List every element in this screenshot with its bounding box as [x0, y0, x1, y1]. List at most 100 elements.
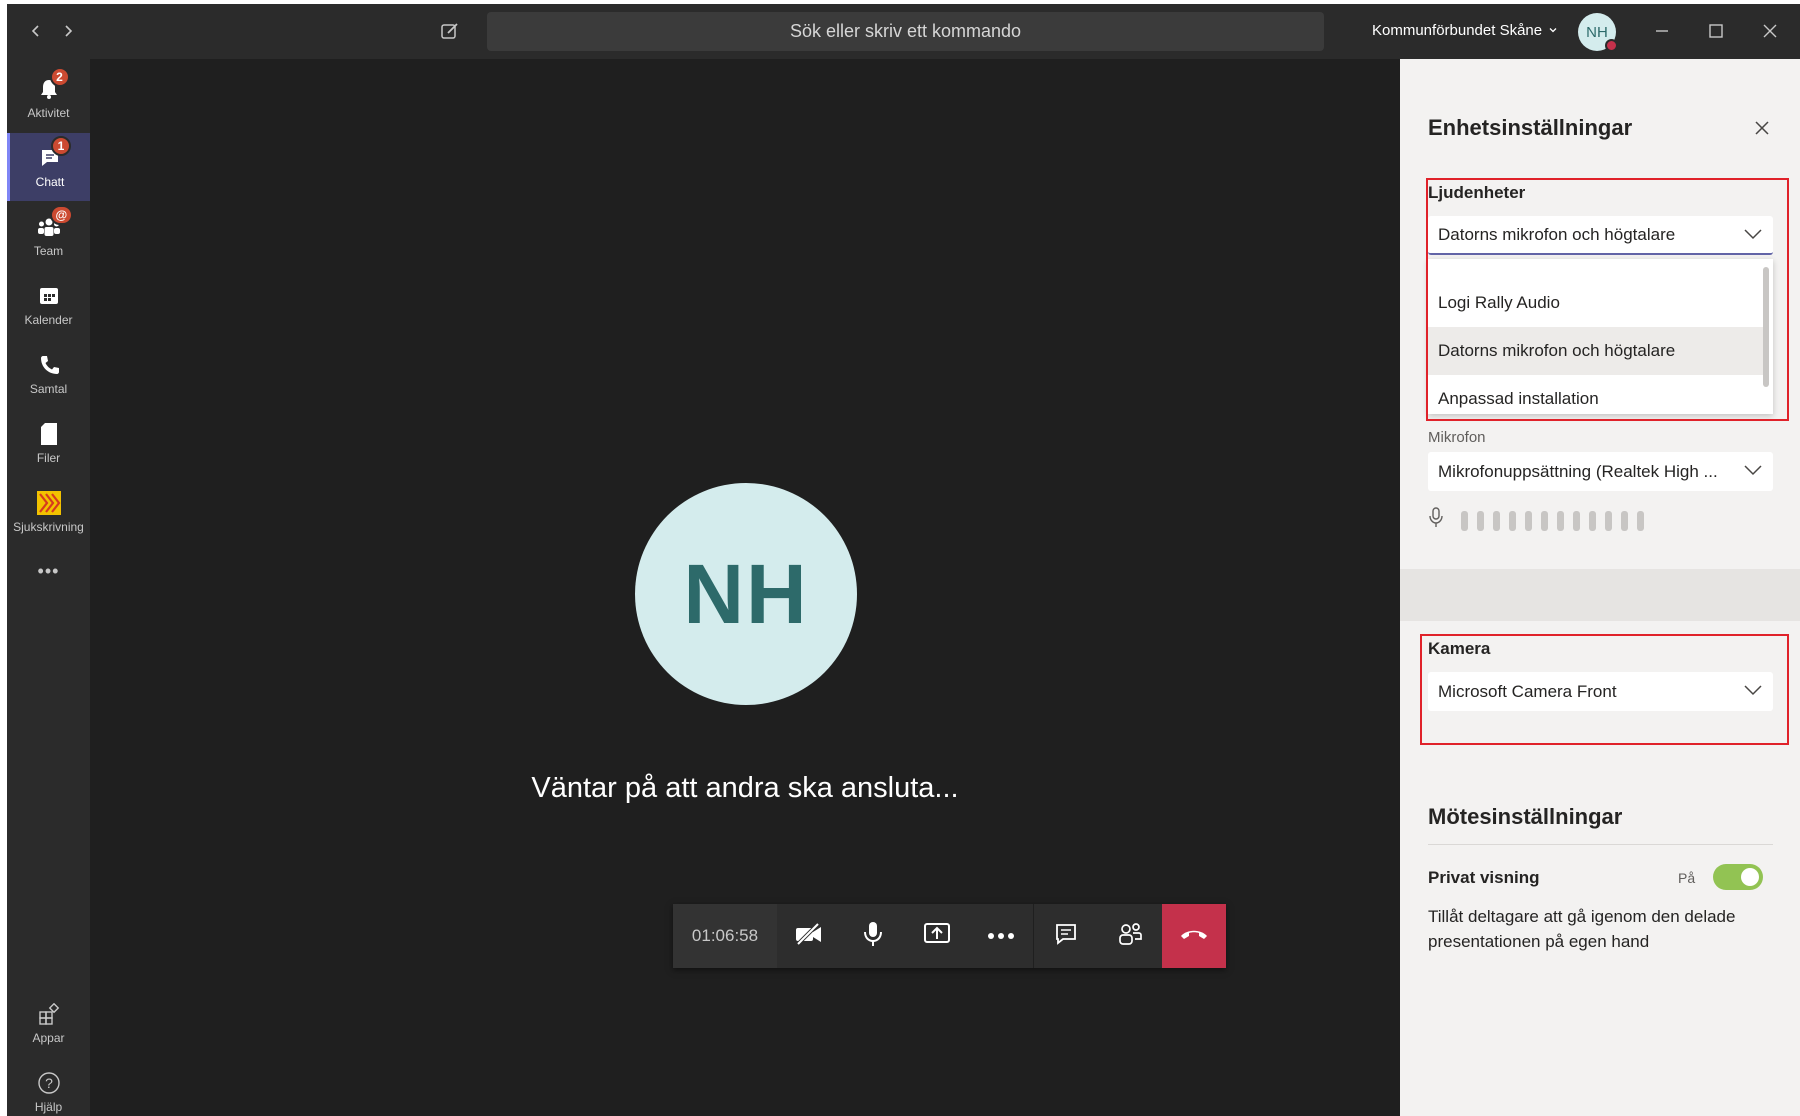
- rail-label: Chatt: [35, 175, 65, 189]
- device-settings-panel: Enhetsinställningar Ljudenheter Datorns …: [1400, 59, 1800, 1116]
- toggle-knob: [1741, 868, 1759, 886]
- share-screen-button[interactable]: [905, 904, 969, 968]
- file-icon: [35, 421, 63, 447]
- app-logo-icon: [35, 490, 63, 516]
- rail-item-filer[interactable]: Filer: [7, 409, 90, 477]
- microphone-value: Mikrofonuppsättning (Realtek High ...: [1438, 461, 1718, 481]
- private-view-row: Privat visning På: [1428, 864, 1773, 894]
- rail-item-hjalp[interactable]: ? Hjälp: [7, 1058, 90, 1116]
- teams-window: Sök eller skriv ett kommando Kommunförbu…: [7, 4, 1800, 1116]
- show-chat-button[interactable]: [1034, 904, 1098, 968]
- call-timer: 01:06:58: [673, 904, 777, 968]
- panel-title: Enhetsinställningar: [1428, 115, 1633, 140]
- private-view-toggle[interactable]: [1713, 864, 1763, 890]
- camera-off-button[interactable]: [777, 904, 841, 968]
- highlight-box-camera: [1420, 634, 1789, 745]
- chat-icon: [1054, 922, 1078, 951]
- meter-bar: [1637, 510, 1644, 531]
- meter-bar: [1573, 510, 1580, 531]
- teams-icon: @: [35, 205, 74, 240]
- participant-initials: NH: [683, 546, 809, 641]
- highlight-box-audio: [1426, 178, 1789, 421]
- mic-level-meter: [1428, 507, 1644, 534]
- compose-icon[interactable]: [435, 16, 465, 46]
- rail-label: Hjälp: [34, 1100, 63, 1114]
- participants-icon: [1117, 922, 1143, 951]
- microphone-select[interactable]: Mikrofonuppsättning (Realtek High ...: [1428, 452, 1773, 491]
- back-icon[interactable]: [21, 16, 51, 46]
- mention-badge: @: [49, 205, 74, 225]
- rail-label: Team: [33, 244, 64, 258]
- title-bar: Sök eller skriv ett kommando Kommunförbu…: [7, 4, 1800, 59]
- rail-label: Appar: [32, 1031, 65, 1045]
- rail-item-chatt[interactable]: 1 Chatt: [7, 133, 90, 201]
- rail-item-samtal[interactable]: Samtal: [7, 340, 90, 408]
- maximize-icon[interactable]: [1701, 16, 1731, 46]
- rail-label: Filer: [36, 451, 61, 465]
- more-apps-icon[interactable]: •••: [7, 549, 90, 593]
- media-controls: [777, 904, 1033, 968]
- rail-item-sjukskrivning[interactable]: Sjukskrivning: [7, 478, 90, 546]
- hang-up-button[interactable]: [1162, 904, 1226, 968]
- rail-item-team[interactable]: @ Team: [7, 202, 90, 270]
- user-initials: NH: [1586, 23, 1608, 41]
- divider: [1428, 844, 1773, 845]
- panel-section-divider: [1400, 569, 1800, 621]
- waiting-message: Väntar på att andra ska ansluta...: [531, 772, 959, 804]
- microphone-label: Mikrofon: [1428, 429, 1486, 446]
- notification-badge: 2: [49, 67, 70, 87]
- microphone-button[interactable]: [841, 904, 905, 968]
- meter-bar: [1477, 510, 1484, 531]
- meeting-controls: [1034, 904, 1162, 968]
- app-rail: 2 Aktivitet 1 Chatt @ Team Kalender Samt…: [7, 59, 90, 1116]
- microphone-icon: [862, 921, 884, 952]
- close-panel-button[interactable]: [1747, 115, 1777, 145]
- chevron-down-icon: [1743, 462, 1763, 482]
- search-input[interactable]: Sök eller skriv ett kommando: [487, 12, 1324, 51]
- org-name: Kommunförbundet Skåne: [1372, 22, 1543, 39]
- rail-item-appar[interactable]: Appar: [7, 989, 90, 1057]
- status-dot: [1605, 39, 1618, 52]
- meter-bar: [1493, 510, 1500, 531]
- close-icon: [1754, 120, 1770, 141]
- meeting-settings-title: Mötesinställningar: [1428, 804, 1623, 829]
- apps-icon: [35, 1001, 63, 1027]
- more-icon: [987, 927, 1015, 945]
- meter-bar: [1557, 510, 1564, 531]
- meter-bar: [1589, 510, 1596, 531]
- org-switcher[interactable]: Kommunförbundet Skåne: [1372, 22, 1558, 39]
- rail-label: Kalender: [24, 313, 73, 327]
- hang-up-icon: [1179, 927, 1209, 946]
- help-icon: ?: [35, 1070, 63, 1096]
- calendar-icon: [35, 283, 63, 309]
- user-avatar[interactable]: NH: [1578, 13, 1618, 52]
- minimize-icon[interactable]: [1647, 16, 1677, 46]
- more-options-button[interactable]: [969, 904, 1033, 968]
- meter-bar: [1541, 510, 1548, 531]
- svg-text:?: ?: [45, 1075, 53, 1091]
- participant-avatar: NH: [635, 483, 857, 705]
- rail-label: Sjukskrivning: [13, 520, 84, 534]
- meter-bar: [1621, 510, 1628, 531]
- meter-bar: [1509, 510, 1516, 531]
- bell-icon: 2: [35, 67, 70, 102]
- meter-bar: [1605, 510, 1612, 531]
- meter-bar: [1525, 510, 1532, 531]
- camera-off-icon: [794, 922, 824, 951]
- chevron-down-icon: [1548, 22, 1558, 39]
- phone-icon: [35, 352, 63, 378]
- chat-icon: 1: [36, 136, 71, 171]
- private-view-label: Privat visning: [1428, 868, 1540, 887]
- meeting-stage: NH Väntar på att andra ska ansluta... 01…: [90, 59, 1400, 1116]
- call-controls: 01:06:58: [673, 904, 1226, 968]
- forward-icon[interactable]: [53, 16, 83, 46]
- private-view-description: Tillåt deltagare att gå igenom den delad…: [1428, 907, 1736, 951]
- microphone-icon: [1428, 507, 1444, 534]
- share-screen-icon: [923, 922, 951, 951]
- rail-label: Aktivitet: [27, 106, 70, 120]
- rail-item-kalender[interactable]: Kalender: [7, 271, 90, 339]
- notification-badge: 1: [51, 136, 71, 156]
- close-window-icon[interactable]: [1755, 16, 1785, 46]
- show-participants-button[interactable]: [1098, 904, 1162, 968]
- rail-item-aktivitet[interactable]: 2 Aktivitet: [7, 64, 90, 132]
